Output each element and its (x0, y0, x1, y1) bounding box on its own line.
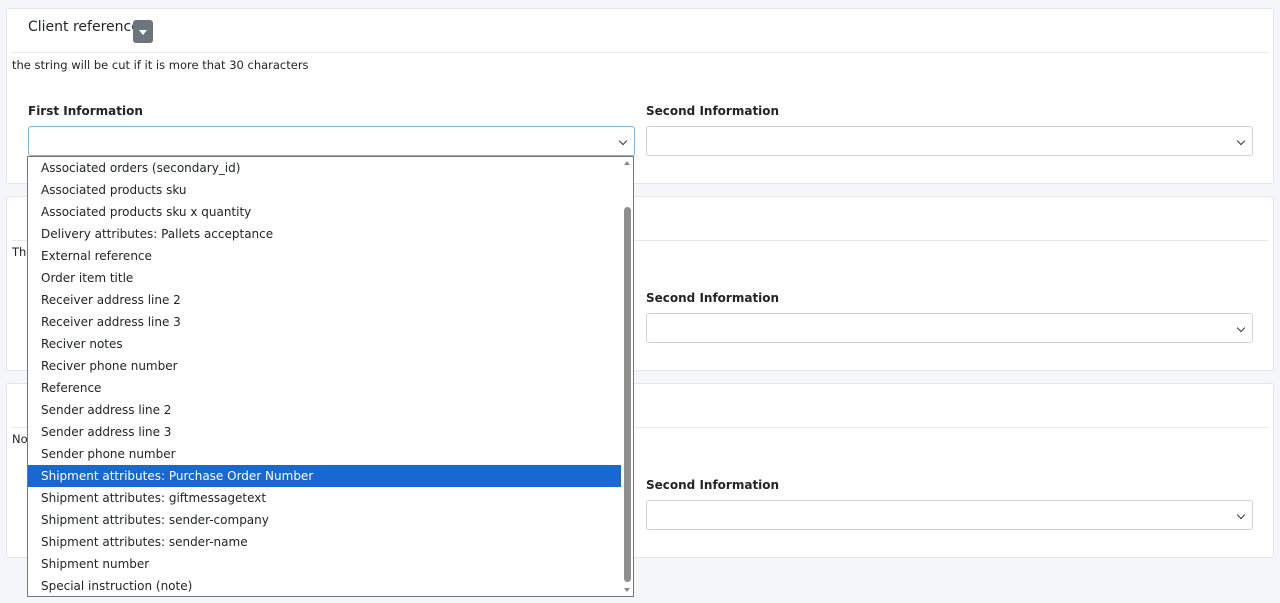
option-item[interactable]: Associated products sku (28, 179, 622, 201)
options-scrollbar[interactable] (621, 157, 633, 596)
first-information-options-list[interactable]: Associated orders (secondary_id) Associa… (27, 156, 634, 597)
scroll-up-arrow-icon[interactable] (624, 161, 630, 165)
card-hint: The (12, 245, 28, 259)
option-item[interactable]: Reciver notes (28, 333, 622, 355)
option-item[interactable]: Reciver phone number (28, 355, 622, 377)
card-header: Client reference (12, 9, 1268, 53)
chevron-down-icon (1236, 323, 1246, 333)
second-information-select[interactable] (646, 126, 1253, 156)
option-item[interactable]: Associated orders (secondary_id) (28, 157, 622, 179)
chevron-down-icon (1236, 510, 1246, 520)
second-information-label: Second Information (646, 104, 780, 118)
second-information-label: Second Information (646, 478, 780, 492)
option-item[interactable]: Receiver address line 3 (28, 311, 622, 333)
option-item[interactable]: Receiver address line 2 (28, 289, 622, 311)
character-limit-hint: the string will be cut if it is more tha… (12, 58, 309, 72)
option-item[interactable]: Shipment attributes: giftmessagetext (28, 487, 622, 509)
options-container: Associated orders (secondary_id) Associa… (28, 157, 633, 596)
card-title: Client reference (28, 19, 140, 35)
card-hint: Not (12, 432, 28, 446)
option-item[interactable]: Order item title (28, 267, 622, 289)
option-item[interactable]: Sender address line 2 (28, 399, 622, 421)
scrollbar-thumb[interactable] (624, 207, 631, 582)
second-information-select[interactable] (646, 313, 1253, 343)
option-item[interactable]: External reference (28, 245, 622, 267)
option-item[interactable]: Shipment attributes: sender-name (28, 531, 622, 553)
option-item[interactable]: Sender phone number (28, 443, 622, 465)
option-item[interactable]: Reference (28, 377, 622, 399)
chevron-down-icon (1236, 136, 1246, 146)
option-item[interactable]: Shipment attributes: sender-company (28, 509, 622, 531)
option-item[interactable]: Associated products sku x quantity (28, 201, 622, 223)
option-item[interactable]: Delivery attributes: Pallets acceptance (28, 223, 622, 245)
option-item[interactable]: Shipment number (28, 553, 622, 575)
second-information-select[interactable] (646, 500, 1253, 530)
option-item[interactable]: Special instruction (note) (28, 575, 622, 596)
option-item-selected[interactable]: Shipment attributes: Purchase Order Numb… (28, 465, 622, 487)
second-information-label: Second Information (646, 291, 780, 305)
chevron-down-icon (618, 136, 628, 146)
scroll-down-arrow-icon[interactable] (624, 588, 630, 592)
first-information-select[interactable] (28, 126, 635, 156)
caret-down-icon[interactable] (133, 20, 153, 43)
option-item[interactable]: Sender address line 3 (28, 421, 622, 443)
first-information-label: First Information (28, 104, 143, 118)
